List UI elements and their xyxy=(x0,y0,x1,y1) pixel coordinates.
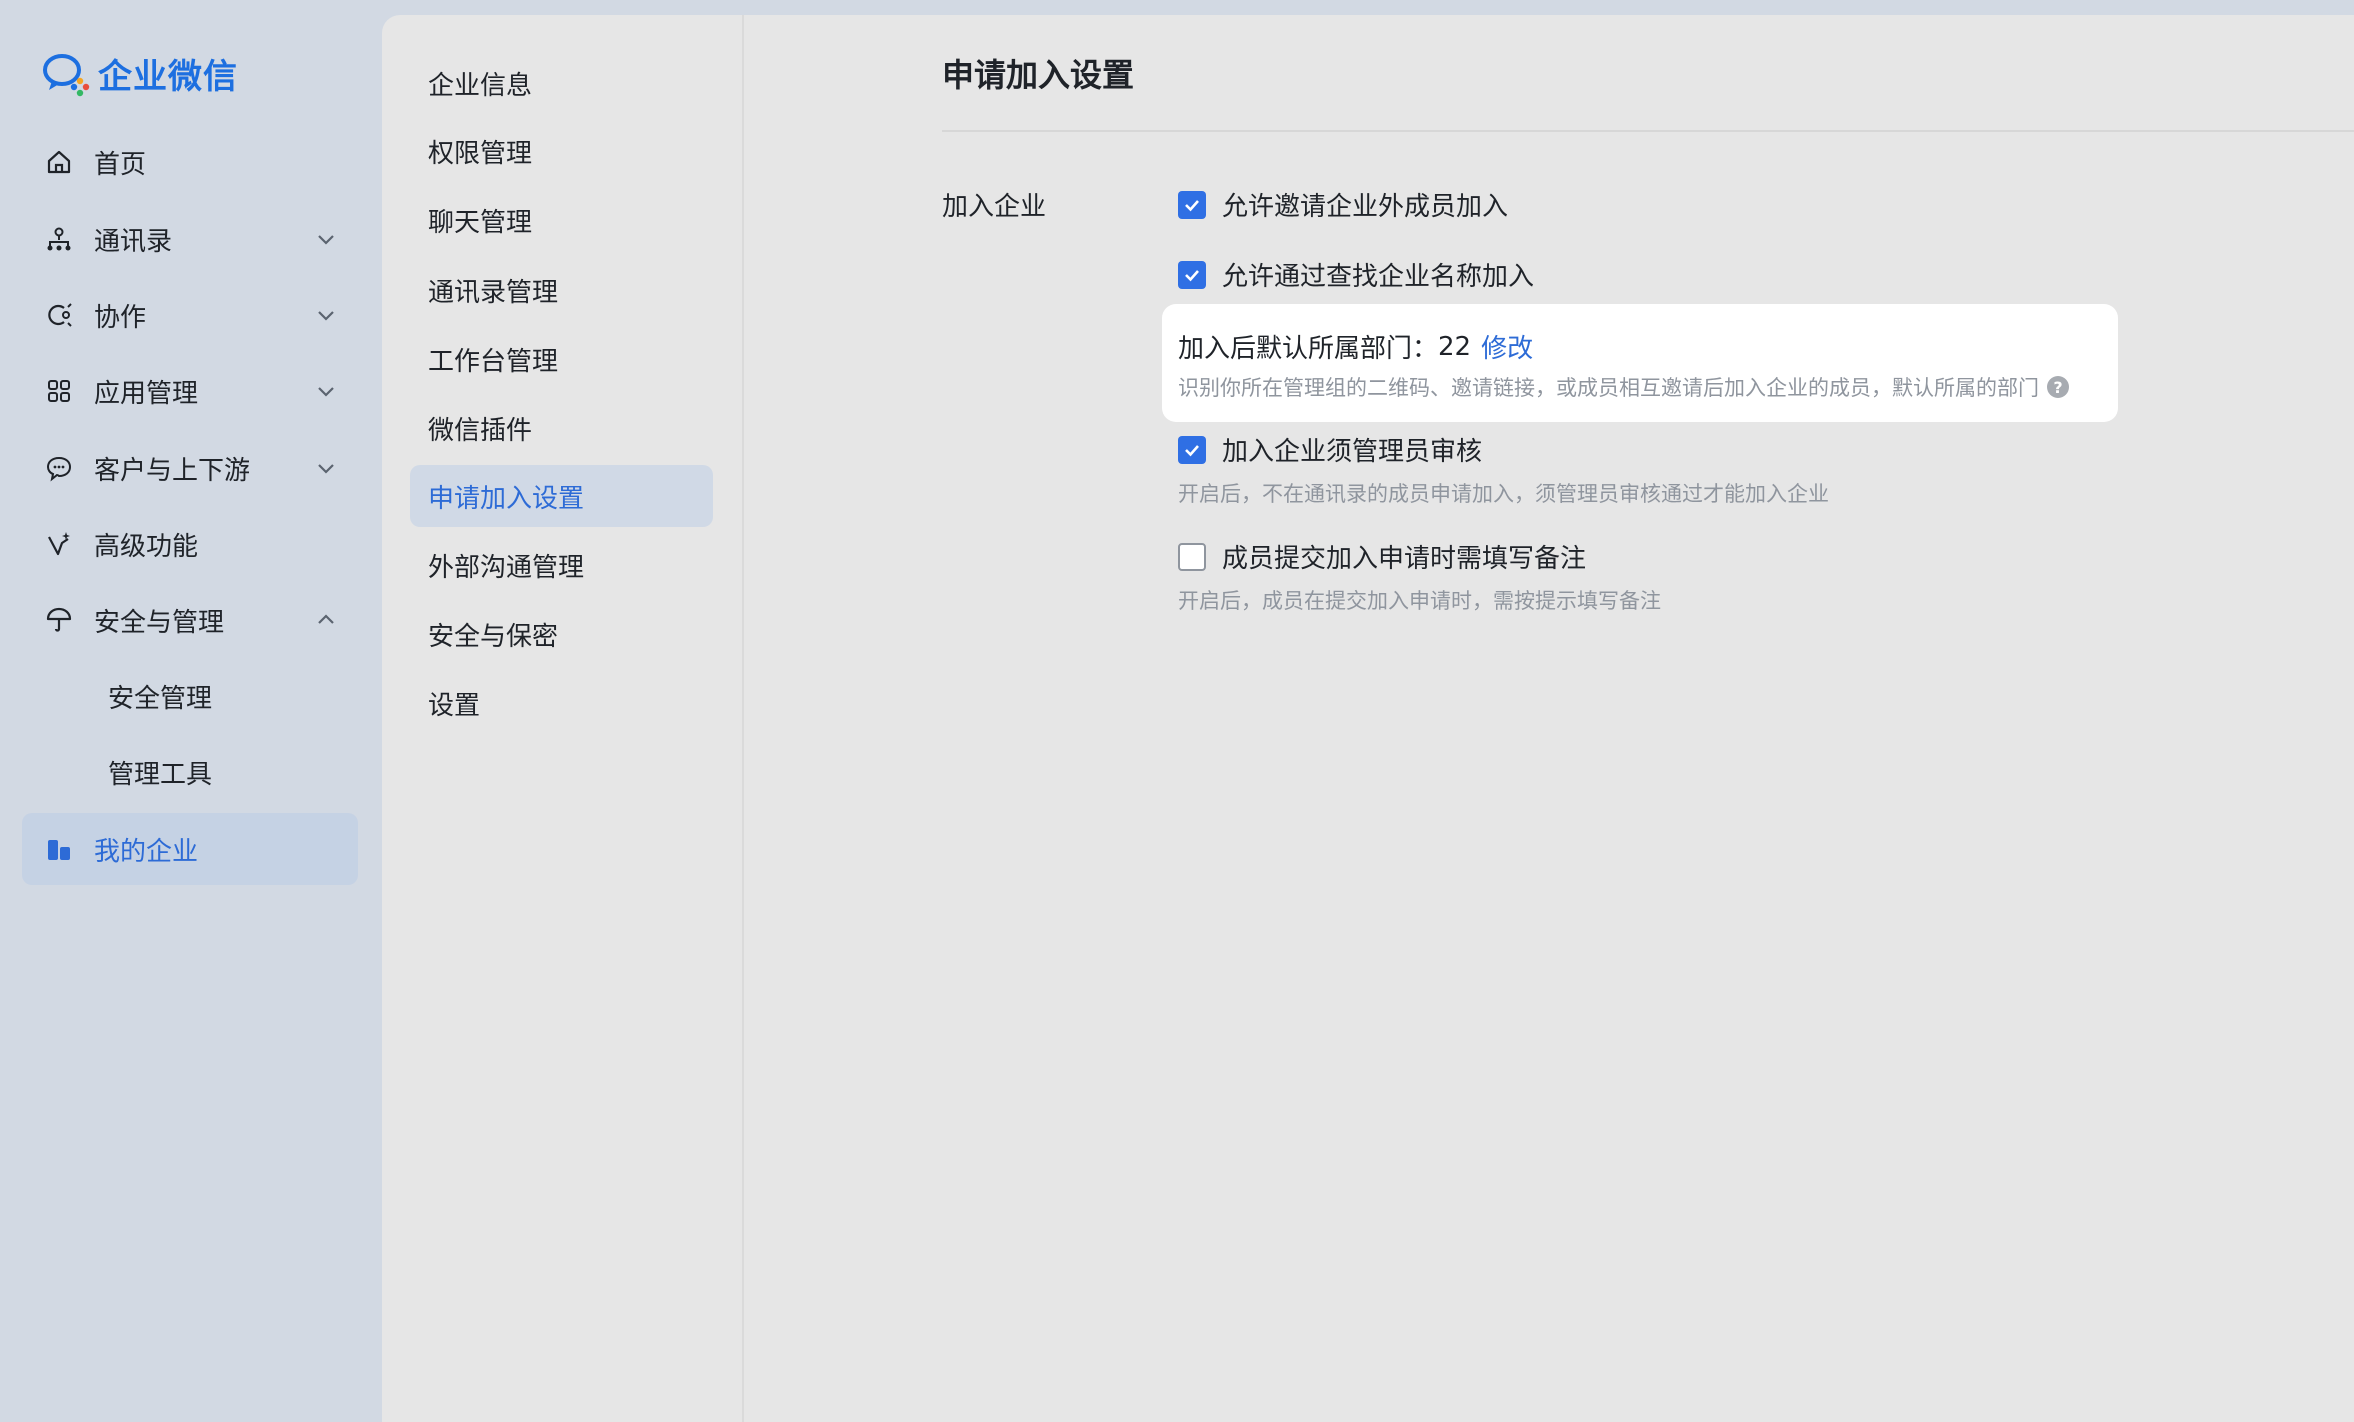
sidebar-item-advanced[interactable]: 高级功能 xyxy=(22,508,358,580)
brand-logo[interactable]: 企业微信 xyxy=(40,48,238,98)
chevron-down-icon xyxy=(318,311,334,321)
org-chart-icon xyxy=(47,227,71,251)
default-department-desc: 识别你所在管理组的二维码、邀请链接，或成员相互邀请后加入企业的成员，默认所属的部… xyxy=(1178,376,2039,400)
option-allow-search-join: 允许通过查找企业名称加入 xyxy=(1178,256,1534,293)
subnav-item-contacts-management[interactable]: 通讯录管理 xyxy=(410,259,713,321)
sidebar-item-label: 协作 xyxy=(94,302,147,333)
option-allow-invite-external: 允许邀请企业外成员加入 xyxy=(1178,186,1508,223)
checkbox-admin-review[interactable] xyxy=(1178,435,1206,464)
sidebar-item-app-management[interactable]: 应用管理 xyxy=(22,355,358,427)
main-content xyxy=(744,15,2354,1422)
default-department-line: 加入后默认所属部门： 22 修改 xyxy=(1178,328,1533,365)
option-label: 允许邀请企业外成员加入 xyxy=(1222,192,1509,222)
sidebar-item-contacts[interactable]: 通讯录 xyxy=(22,203,358,275)
option-description: 开启后，成员在提交加入申请时，需按提示填写备注 xyxy=(1178,589,1661,613)
subnav-item-permissions[interactable]: 权限管理 xyxy=(410,120,713,182)
default-department-value: 22 xyxy=(1438,331,1472,362)
default-department-card: 加入后默认所属部门： 22 修改 识别你所在管理组的二维码、邀请链接，或成员相互… xyxy=(1162,304,2118,422)
checkbox-require-note[interactable] xyxy=(1178,542,1206,571)
subnav-item-wechat-plugin[interactable]: 微信插件 xyxy=(410,397,713,459)
option-label: 成员提交加入申请时需填写备注 xyxy=(1222,544,1587,574)
option-admin-review: 加入企业须管理员审核 xyxy=(1178,431,1482,468)
sparkle-icon xyxy=(48,532,70,556)
sidebar-item-label: 首页 xyxy=(94,149,147,180)
checkbox-allow-search-join[interactable] xyxy=(1178,260,1206,289)
sidebar-item-home[interactable]: 首页 xyxy=(22,126,358,198)
sidebar-item-collaboration[interactable]: 协作 xyxy=(22,279,358,351)
collaboration-icon xyxy=(48,303,72,327)
option-label: 加入企业须管理员审核 xyxy=(1222,437,1483,467)
checkmark-icon xyxy=(1185,199,1199,211)
sidebar-item-label: 高级功能 xyxy=(94,531,199,562)
chevron-down-icon xyxy=(318,387,334,397)
checkbox-allow-invite-external[interactable] xyxy=(1178,190,1206,219)
sidebar-item-label: 管理工具 xyxy=(108,759,213,790)
subnav-item-join-settings[interactable]: 申请加入设置 xyxy=(410,465,713,527)
sidebar-item-label: 通讯录 xyxy=(94,226,173,257)
wecom-logo-icon xyxy=(43,54,90,97)
apps-grid-icon xyxy=(48,380,70,402)
sidebar-item-label: 应用管理 xyxy=(94,378,199,409)
home-icon xyxy=(47,150,71,174)
chevron-up-icon xyxy=(318,614,334,624)
modify-department-link[interactable]: 修改 xyxy=(1481,328,1533,365)
default-department-desc-line: 识别你所在管理组的二维码、邀请链接，或成员相互邀请后加入企业的成员，默认所属的部… xyxy=(1178,372,2069,402)
checkmark-icon xyxy=(1185,269,1199,281)
sidebar-item-customers[interactable]: 客户与上下游 xyxy=(22,432,358,504)
sidebar-item-label: 我的企业 xyxy=(94,836,199,867)
title-divider xyxy=(942,130,2354,132)
sidebar-item-my-enterprise[interactable]: 我的企业 xyxy=(22,813,358,885)
page-title: 申请加入设置 xyxy=(942,56,1135,94)
chat-bubble-icon xyxy=(46,456,72,482)
subnav-item-enterprise-info[interactable]: 企业信息 xyxy=(410,52,713,114)
sidebar-item-security-management[interactable]: 安全与管理 xyxy=(22,584,358,656)
help-icon[interactable]: ? xyxy=(2047,376,2069,398)
building-icon xyxy=(48,840,70,860)
section-label: 加入企业 xyxy=(942,192,1047,222)
sidebar-item-admin-tools[interactable]: 管理工具 xyxy=(22,736,358,808)
subnav-item-security-privacy[interactable]: 安全与保密 xyxy=(410,603,713,665)
default-department-label: 加入后默认所属部门： xyxy=(1178,334,1439,364)
subnav-item-chat-management[interactable]: 聊天管理 xyxy=(410,189,713,251)
sidebar-item-label: 客户与上下游 xyxy=(94,455,251,486)
subnav-item-external-communication[interactable]: 外部沟通管理 xyxy=(410,534,713,596)
primary-sidebar: 企业微信 首页 通讯录 协作 应用管理 客户与上下游 高级功能 安全与管理 安全… xyxy=(0,0,382,1422)
checkmark-icon xyxy=(1185,444,1199,456)
umbrella-icon xyxy=(46,607,72,632)
subnav-item-workbench[interactable]: 工作台管理 xyxy=(410,328,713,390)
option-label: 允许通过查找企业名称加入 xyxy=(1222,262,1535,292)
chevron-down-icon xyxy=(318,464,334,474)
chevron-down-icon xyxy=(318,235,334,245)
sidebar-item-label: 安全与管理 xyxy=(94,607,225,638)
brand-name: 企业微信 xyxy=(98,56,238,97)
sidebar-item-label: 安全管理 xyxy=(108,683,213,714)
option-description: 开启后，不在通讯录的成员申请加入，须管理员审核通过才能加入企业 xyxy=(1178,482,1829,506)
option-require-note: 成员提交加入申请时需填写备注 xyxy=(1178,538,1586,575)
sidebar-item-security-admin[interactable]: 安全管理 xyxy=(22,660,358,732)
subnav-item-settings[interactable]: 设置 xyxy=(410,672,713,734)
